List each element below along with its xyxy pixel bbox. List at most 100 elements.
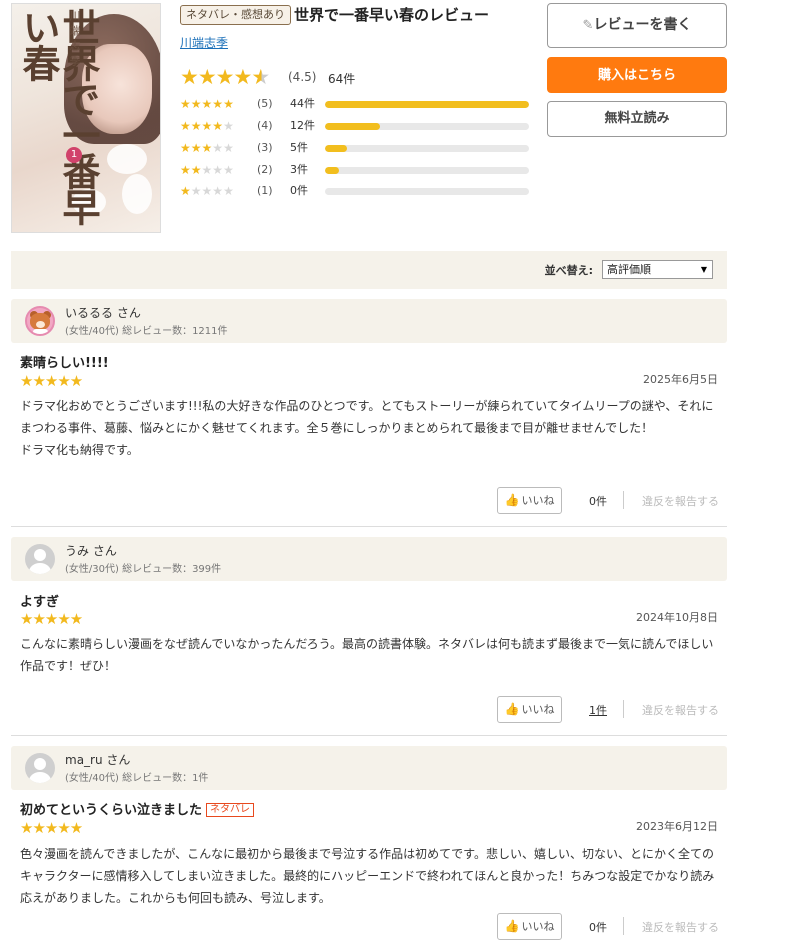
review-title: 素晴らしい!!!! xyxy=(20,352,109,371)
flower-decoration xyxy=(107,144,147,174)
write-review-label: レビューを書く xyxy=(593,17,692,33)
spoiler-notice-badge: ネタバレ・感想あり xyxy=(180,5,291,25)
review-title-text: 初めてというくらい泣きました xyxy=(20,803,203,818)
rating-level: (4) xyxy=(257,119,273,132)
write-review-button[interactable]: ✎レビューを書く xyxy=(547,3,727,48)
average-rating-score: (4.5) xyxy=(288,70,317,84)
reviewer-meta: (女性/40代) 総レビュー数：1211件 xyxy=(65,326,228,337)
rating-level: (2) xyxy=(257,163,273,176)
review-divider xyxy=(11,526,727,527)
rating-bar-fill xyxy=(325,101,529,108)
row-stars-icon: ★★★★★ xyxy=(180,97,234,111)
reviewer-name[interactable]: ma_ru さん xyxy=(65,751,130,768)
star-icon: ★ xyxy=(180,65,199,89)
avatar[interactable] xyxy=(25,544,55,574)
reviewer-meta: (女性/40代) 総レビュー数：1件 xyxy=(65,773,209,784)
review-body: ドラマ化おめでとうございます!!!私の大好きな作品のひとつです。とてもストーリー… xyxy=(20,399,714,457)
cover-title: 世界で一番早い春 xyxy=(16,8,101,224)
half-star-icon: ★ xyxy=(251,65,271,89)
rating-bar-fill xyxy=(325,123,381,130)
like-label: いいね xyxy=(521,920,555,933)
like-count: 0件 xyxy=(589,921,607,934)
review-item: ma_ru さん (女性/40代) 総レビュー数：1件 初めてというくらい泣きま… xyxy=(11,746,727,949)
review-stars: ★★★★★ xyxy=(20,372,83,390)
thumbs-up-icon: 👍 xyxy=(504,493,520,507)
star-icon: ★ xyxy=(233,65,253,89)
rating-bar xyxy=(325,145,529,152)
rating-row[interactable]: ★★★★★ (5) 44件 xyxy=(180,97,530,111)
row-stars-icon: ★★★★★ xyxy=(180,184,234,198)
like-button[interactable]: 👍 いいね xyxy=(497,487,562,514)
like-count[interactable]: 1件 xyxy=(589,702,607,718)
like-button[interactable]: 👍 いいね xyxy=(497,913,562,940)
avatar[interactable] xyxy=(25,753,55,783)
like-label: いいね xyxy=(521,703,555,716)
report-link[interactable]: 違反を報告する xyxy=(642,702,719,718)
rating-bar-fill xyxy=(325,145,348,152)
pencil-icon: ✎ xyxy=(582,18,594,33)
row-stars-icon: ★★★★★ xyxy=(180,141,234,155)
rating-count: 5件 xyxy=(290,141,308,154)
cover-author: 川端志季 xyxy=(68,10,81,70)
star-icon: ★ xyxy=(215,65,235,89)
flower-decoration xyxy=(122,174,152,214)
review-title: よすぎ xyxy=(20,591,59,610)
sort-selected-value: 高評価順 xyxy=(607,263,651,276)
rating-count: 3件 xyxy=(290,163,308,176)
bear-snout xyxy=(36,321,45,328)
rating-bar xyxy=(325,188,529,195)
book-cover[interactable]: 世界で一番早い春 川端志季 1 xyxy=(11,3,161,233)
rating-bar-fill xyxy=(325,167,340,174)
page-title: 世界で一番早い春のレビュー xyxy=(294,6,490,24)
review-date: 2024年10月8日 xyxy=(636,611,718,624)
rating-bar xyxy=(325,101,529,108)
review-title: 初めてというくらい泣きました ネタバレ xyxy=(20,799,255,818)
sort-select[interactable]: 高評価順 ▼ xyxy=(602,260,713,279)
avatar-head xyxy=(34,758,46,770)
separator xyxy=(623,700,624,718)
buy-button[interactable]: 購入はこちら xyxy=(547,57,727,93)
review-title-text: よすぎ xyxy=(20,595,60,610)
like-count: 0件 xyxy=(589,495,607,508)
row-stars-icon: ★★★★★ xyxy=(180,119,234,133)
rating-row[interactable]: ★★★★★ (4) 12件 xyxy=(180,119,530,133)
sort-bar: 並べ替え: 高評価順 ▼ xyxy=(11,251,727,289)
report-link[interactable]: 違反を報告する xyxy=(642,493,719,509)
review-item: いるるる さん (女性/40代) 総レビュー数：1211件 素晴らしい!!!! … xyxy=(11,299,727,529)
row-stars-icon: ★★★★★ xyxy=(180,163,234,177)
rating-row[interactable]: ★★★★★ (2) 3件 xyxy=(180,163,530,177)
rating-count: 0件 xyxy=(290,184,308,197)
avatar-body xyxy=(29,563,51,574)
review-stars: ★★★★★ xyxy=(20,819,83,837)
reviewer-header: うみ さん (女性/30代) 総レビュー数：399件 xyxy=(11,537,727,581)
reviewer-header: ma_ru さん (女性/40代) 総レビュー数：1件 xyxy=(11,746,727,790)
avatar-body xyxy=(29,772,51,783)
rating-row[interactable]: ★★★★★ (3) 5件 xyxy=(180,141,530,155)
thumbs-up-icon: 👍 xyxy=(504,702,520,716)
report-link[interactable]: 違反を報告する xyxy=(642,919,719,935)
author-link[interactable]: 川端志季 xyxy=(180,34,228,51)
dropdown-arrow-icon: ▼ xyxy=(700,265,707,274)
review-title-text: 素晴らしい!!!! xyxy=(20,356,109,371)
avatar-head xyxy=(34,549,46,561)
review-body: こんなに素晴らしい漫画をなぜ読んでいなかったんだろう。最高の読書体験。ネタバレは… xyxy=(20,637,714,673)
review-date: 2023年6月12日 xyxy=(636,820,718,833)
rating-level: (3) xyxy=(257,141,273,154)
rating-level: (5) xyxy=(257,97,273,110)
review-total-count: 64件 xyxy=(328,72,356,86)
sort-label: 並べ替え: xyxy=(544,264,593,277)
free-trial-button[interactable]: 無料立読み xyxy=(547,101,727,137)
average-rating-stars: ★ ★ ★ ★ ★ xyxy=(180,65,271,89)
like-button[interactable]: 👍 いいね xyxy=(497,696,562,723)
bear-body xyxy=(33,329,48,334)
rating-bar xyxy=(325,167,529,174)
reviewer-name[interactable]: うみ さん xyxy=(65,542,117,559)
thumbs-up-icon: 👍 xyxy=(504,919,520,933)
rating-count: 12件 xyxy=(290,119,315,132)
avatar[interactable] xyxy=(25,306,55,336)
reviewer-name[interactable]: いるるる さん xyxy=(65,304,141,321)
review-body: 色々漫画を読んできましたが、こんなに最初から最後まで号泣する作品は初めてです。悲… xyxy=(20,847,715,905)
reviewer-header: いるるる さん (女性/40代) 総レビュー数：1211件 xyxy=(11,299,727,343)
separator xyxy=(623,491,624,509)
rating-row[interactable]: ★★★★★ (1) 0件 xyxy=(180,184,530,198)
